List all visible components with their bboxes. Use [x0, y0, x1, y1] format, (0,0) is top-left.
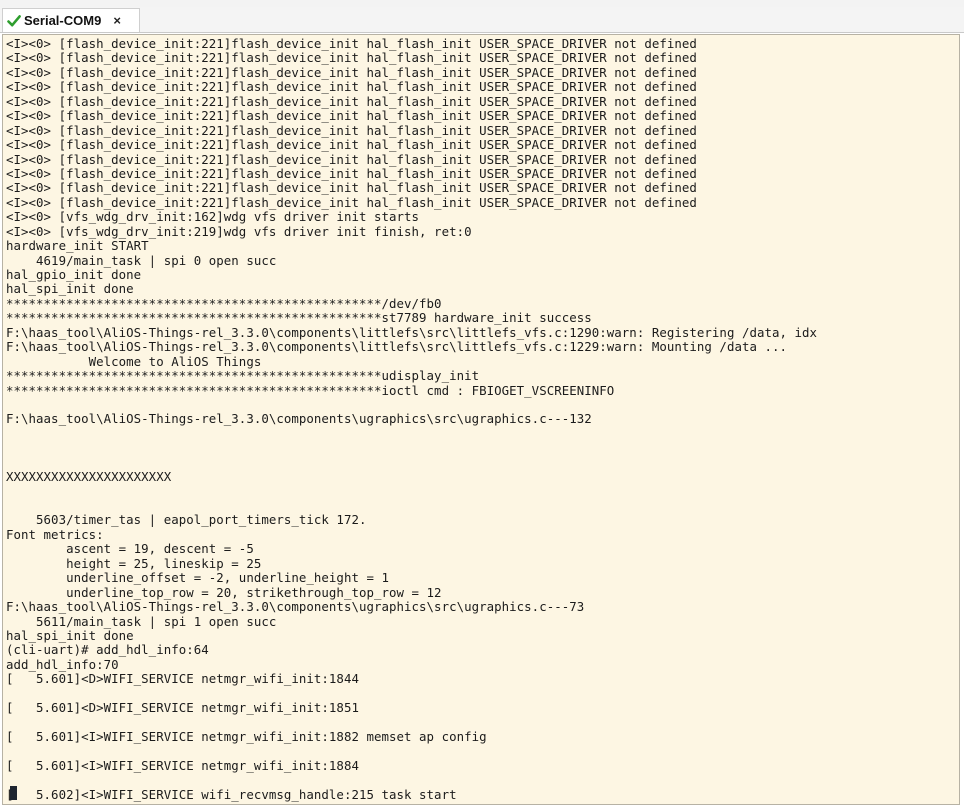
window-top-strip — [0, 0, 964, 7]
terminal-line: ****************************************… — [6, 295, 442, 311]
terminal-line: hardware_init START — [6, 238, 149, 254]
serial-terminal-output[interactable]: <I><0> [flash_device_init:221]flash_devi… — [2, 34, 960, 805]
tab-serial-com9[interactable]: Serial-COM9 × — [2, 8, 140, 32]
terminal-line: <I><0> [flash_device_init:221]flash_devi… — [6, 93, 697, 109]
terminal-line: underline_offset = -2, underline_height … — [6, 570, 389, 586]
terminal-line: 5603/timer_tas | eapol_port_timers_tick … — [6, 512, 367, 528]
terminal-line: (cli-uart)# add_hdl_info:64 — [6, 642, 209, 658]
terminal-line: [ 5.602]<I>WIFI_SERVICE wifi_recvmsg_han… — [6, 786, 457, 802]
terminal-line: <I><0> [flash_device_init:221]flash_devi… — [6, 151, 697, 167]
close-icon[interactable]: × — [113, 13, 121, 28]
tab-label: Serial-COM9 — [24, 13, 102, 28]
terminal-line: ****************************************… — [6, 368, 480, 384]
tab-bar: Serial-COM9 × — [0, 7, 964, 33]
terminal-cursor — [10, 786, 17, 800]
terminal-line: <I><0> [flash_device_init:221]flash_devi… — [6, 64, 697, 80]
terminal-line: <I><0> [flash_device_init:221]flash_devi… — [6, 122, 697, 138]
terminal-line: 4619/main_task | spi 0 open succ — [6, 252, 277, 268]
terminal-line: 5611/main_task | spi 1 open succ — [6, 613, 277, 629]
terminal-line: hal_spi_init done — [6, 627, 134, 643]
terminal-line: <I><0> [flash_device_init:221]flash_devi… — [6, 50, 697, 66]
terminal-line: F:\haas_tool\AliOS-Things-rel_3.3.0\comp… — [6, 339, 788, 355]
terminal-line: F:\haas_tool\AliOS-Things-rel_3.3.0\comp… — [6, 324, 818, 340]
terminal-line: ascent = 19, descent = -5 — [6, 541, 254, 557]
terminal-line: Font metrics: — [6, 526, 104, 542]
terminal-line: add_hdl_info:70 — [6, 656, 119, 672]
terminal-line: <I><0> [vfs_wdg_drv_init:219]wdg vfs dri… — [6, 223, 472, 239]
terminal-line: hal_spi_init done — [6, 281, 134, 297]
terminal-line: <I><0> [flash_device_init:221]flash_devi… — [6, 180, 697, 196]
terminal-line: <I><0> [flash_device_init:221]flash_devi… — [6, 108, 697, 124]
terminal-lines: <I><0> [flash_device_init:221]flash_devi… — [6, 36, 818, 802]
terminal-line: hal_gpio_init done — [6, 267, 142, 282]
terminal-line: [ 5.601]<I>WIFI_SERVICE netmgr_wifi_init… — [6, 757, 359, 773]
terminal-line: [ 5.601]<D>WIFI_SERVICE netmgr_wifi_init… — [6, 700, 359, 716]
terminal-line: F:\haas_tool\AliOS-Things-rel_3.3.0\comp… — [6, 411, 592, 427]
terminal-line: Welcome to AliOS Things — [6, 353, 262, 369]
terminal-line: [ 5.601]<I>WIFI_SERVICE netmgr_wifi_init… — [6, 729, 487, 744]
terminal-line: XXXXXXXXXXXXXXXXXXXXXX — [6, 469, 172, 485]
terminal-line: <I><0> [flash_device_init:221]flash_devi… — [6, 36, 697, 51]
green-check-icon — [7, 14, 21, 26]
terminal-line: [ 5.601]<D>WIFI_SERVICE netmgr_wifi_init… — [6, 671, 359, 687]
terminal-line: <I><0> [flash_device_init:221]flash_devi… — [6, 137, 697, 153]
terminal-line: <I><0> [vfs_wdg_drv_init:162]wdg vfs dri… — [6, 209, 420, 225]
terminal-line: height = 25, lineskip = 25 — [6, 555, 262, 571]
terminal-line: underline_top_row = 20, strikethrough_to… — [6, 584, 442, 600]
terminal-line: <I><0> [flash_device_init:221]flash_devi… — [6, 194, 697, 210]
terminal-line: F:\haas_tool\AliOS-Things-rel_3.3.0\comp… — [6, 599, 585, 615]
terminal-line: <I><0> [flash_device_init:221]flash_devi… — [6, 165, 697, 181]
terminal-line: ****************************************… — [6, 310, 592, 326]
terminal-line: ****************************************… — [6, 382, 615, 398]
terminal-line: <I><0> [flash_device_init:221]flash_devi… — [6, 79, 697, 95]
